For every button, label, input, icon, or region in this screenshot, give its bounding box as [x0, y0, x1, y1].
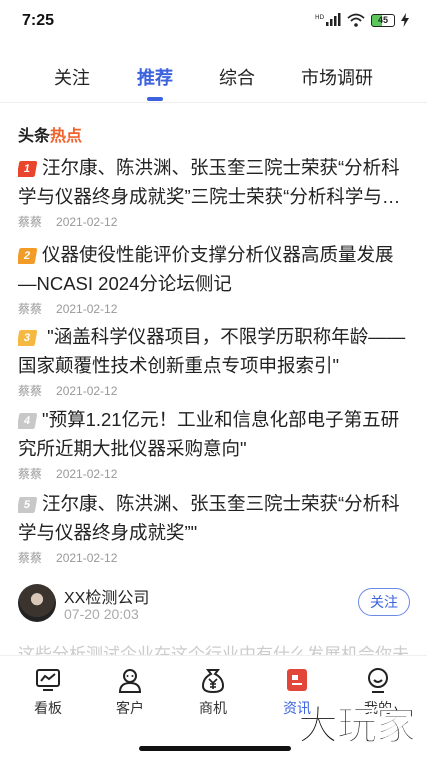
news-item-1[interactable]: 1 汪尔康、陈洪渊、张玉奎三院士荣获“分析科学与仪器终身成就奖”三院士荣获“分析科…: [18, 153, 408, 230]
news-item-2[interactable]: 2 仪器使役性能评价支撑分析仪器高质量发展—NCASI 2024分论坛侧记 蔡蔡 2…: [18, 240, 408, 317]
rank-badge: 4: [18, 413, 38, 429]
top-tabs: 关注 推荐 综合 市场调研: [0, 44, 427, 103]
news-title-text: 汪尔康、陈洪渊、张玉奎三院士荣获“分析科学与仪器终身成就奖”": [18, 493, 400, 543]
news-meta: 蔡蔡 2021-02-12: [18, 549, 408, 566]
news-author: 蔡蔡: [18, 215, 43, 229]
active-tab-indicator: [147, 97, 163, 101]
tab-market-research[interactable]: 市场调研: [301, 64, 373, 90]
news-date: 2021-02-12: [56, 302, 118, 316]
battery-icon: 45: [371, 13, 395, 27]
nav-item-opportunities[interactable]: 商机: [183, 666, 243, 718]
company-post-header[interactable]: XX检测公司 07-20 20:03 关注: [18, 582, 410, 626]
rank-badge: 2: [18, 248, 38, 264]
news-title: 5 汪尔康、陈洪渊、张玉奎三院士荣获“分析科学与仪器终身成就奖”": [18, 489, 408, 547]
profile-icon: [368, 668, 388, 693]
section-title-prefix: 头条: [18, 128, 51, 145]
rank-badge: 5: [18, 497, 38, 513]
section-title-hot: 热点: [50, 128, 83, 145]
news-title-text: "涵盖科学仪器项目，不限学历职称年龄——国家颠覆性技术创新重点专项申报索引": [18, 326, 406, 376]
home-indicator[interactable]: [139, 746, 291, 751]
news-date: 2021-02-12: [56, 551, 118, 565]
tab-general[interactable]: 综合: [219, 64, 255, 90]
news-item-5[interactable]: 5 汪尔康、陈洪渊、张玉奎三院士荣获“分析科学与仪器终身成就奖”" 蔡蔡 2021-…: [18, 489, 408, 566]
user-icon: [118, 669, 142, 693]
news-meta: 蔡蔡 2021-02-12: [18, 300, 408, 317]
news-title: 3 "涵盖科学仪器项目，不限学历职称年龄——国家颠覆性技术创新重点专项申报索引": [18, 322, 408, 380]
nav-label: 客户: [116, 700, 144, 716]
news-title-text: 仪器使役性能评价支撑分析仪器高质量发展—NCASI 2024分论坛侧记: [18, 244, 394, 294]
news-title-text: 汪尔康、陈洪渊、张玉奎三院士荣获“分析科学与仪器终身成就奖”三院士荣获“分析科学…: [18, 157, 401, 207]
tab-follow[interactable]: 关注: [54, 64, 90, 90]
rank-badge: 1: [18, 161, 38, 177]
rank-badge: 3: [18, 330, 38, 346]
section-title: 头条热点: [18, 122, 82, 146]
status-bar: 7:25 HD 45: [0, 0, 427, 44]
svg-text:HD: HD: [315, 14, 325, 21]
status-time: 7:25: [22, 12, 55, 29]
yuan-bag-icon: [201, 669, 225, 694]
news-meta: 蔡蔡 2021-02-12: [18, 465, 408, 482]
news-author: 蔡蔡: [18, 384, 43, 398]
news-author: 蔡蔡: [18, 302, 43, 316]
watermark-text: 大玩家: [298, 704, 417, 749]
news-title: 1 汪尔康、陈洪渊、张玉奎三院士荣获“分析科学与仪器终身成就奖”三院士荣获“分析科…: [18, 153, 408, 211]
avatar[interactable]: [18, 584, 56, 622]
company-name: XX检测公司: [64, 590, 150, 607]
news-item-4[interactable]: 4 "预算1.21亿元！工业和信息化部电子第五研究所近期大批仪器采购意向" 蔡蔡 2…: [18, 405, 408, 482]
hd-signal-icon: HD: [315, 13, 341, 26]
nav-label: 看板: [34, 700, 62, 716]
news-item-3[interactable]: 3 "涵盖科学仪器项目，不限学历职称年龄——国家颠覆性技术创新重点专项申报索引"…: [18, 322, 408, 399]
battery-level: 45: [377, 15, 388, 25]
company-post-time: 07-20 20:03: [64, 606, 139, 622]
nav-label: 商机: [199, 700, 227, 716]
charging-icon: [401, 13, 409, 27]
news-date: 2021-02-12: [56, 384, 118, 398]
news-meta: 蔡蔡 2021-02-12: [18, 213, 408, 230]
news-date: 2021-02-12: [56, 215, 118, 229]
news-title-text: "预算1.21亿元！工业和信息化部电子第五研究所近期大批仪器采购意向": [18, 409, 400, 459]
follow-button[interactable]: 关注: [358, 588, 410, 616]
wifi-icon: [347, 13, 365, 27]
news-icon: [287, 669, 307, 691]
news-author: 蔡蔡: [18, 467, 43, 481]
nav-item-customers[interactable]: 客户: [100, 666, 160, 718]
news-meta: 蔡蔡 2021-02-12: [18, 382, 408, 399]
news-title: 4 "预算1.21亿元！工业和信息化部电子第五研究所近期大批仪器采购意向": [18, 405, 408, 463]
chart-board-icon: [36, 669, 60, 691]
tab-recommend[interactable]: 推荐: [137, 64, 173, 90]
news-author: 蔡蔡: [18, 551, 43, 565]
news-date: 2021-02-12: [56, 467, 118, 481]
status-icons: HD 45: [315, 13, 409, 27]
nav-item-dashboard[interactable]: 看板: [18, 666, 78, 718]
news-title: 2 仪器使役性能评价支撑分析仪器高质量发展—NCASI 2024分论坛侧记: [18, 240, 408, 298]
